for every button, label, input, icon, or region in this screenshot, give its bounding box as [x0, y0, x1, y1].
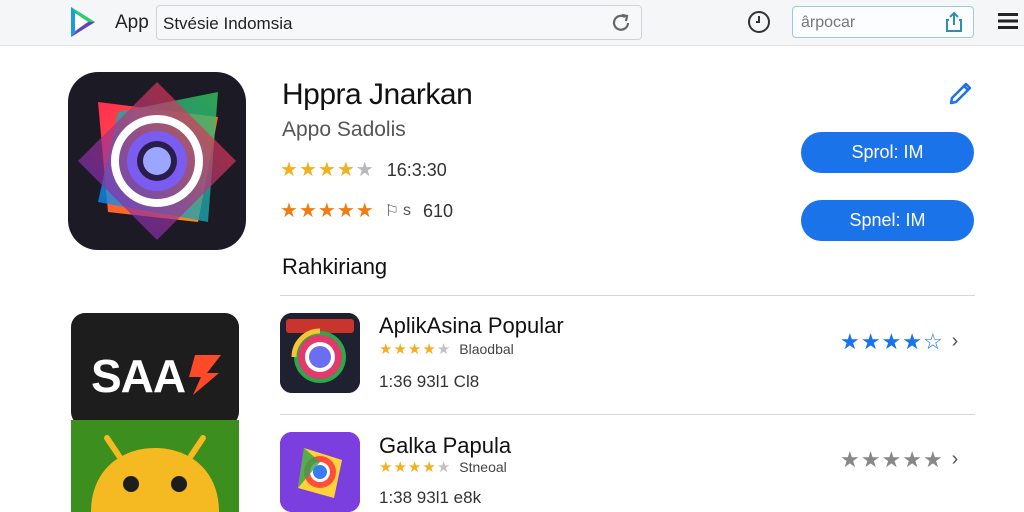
list-item-title[interactable]: Galka Papula [379, 433, 511, 459]
promo-tile-text: SAA [91, 350, 186, 402]
star-rating: ★ ★ ★ ★ ★ [280, 160, 375, 180]
bolt-icon [189, 355, 221, 395]
list-item-rating: ★ ★ ★ ★ ★ Blaodbal [379, 341, 514, 357]
divider [280, 295, 975, 296]
rating-row-secondary: ★ ★ ★ ★ ★ ⚐ s 610 [280, 198, 453, 224]
star-icon: ★ [336, 159, 355, 181]
star-icon: ★ [840, 328, 860, 354]
url-text: Stvésie Indomsia [163, 14, 293, 33]
hero-app-artwork [78, 82, 236, 240]
star-rating: ★ ★ ★ ★ ★ [280, 201, 375, 221]
promo-tile[interactable]: SAA [71, 313, 239, 426]
star-icon: ★ [298, 200, 317, 222]
reload-icon[interactable] [609, 11, 633, 35]
star-icon: ★ [902, 446, 922, 472]
list-item-app-icon[interactable] [280, 432, 360, 512]
search-box[interactable] [792, 6, 974, 38]
list-item-app-icon[interactable] [280, 313, 360, 393]
rating-extra-text: s [403, 202, 412, 219]
address-bar[interactable]: Stvésie Indomsia [156, 5, 642, 40]
star-icon: ★ [407, 458, 422, 476]
star-icon: ★ [336, 200, 355, 222]
list-item-meta: 1:36 93l1 Cl8 [379, 372, 480, 391]
star-icon: ★ [902, 328, 922, 354]
search-input[interactable] [801, 13, 941, 33]
star-icon: ★ [422, 458, 436, 476]
star-icon: ★ [922, 446, 943, 472]
list-item-right-rating[interactable]: ★ ★ ★ ★ ★ › [840, 448, 958, 471]
star-outline-icon: ☆ [922, 328, 943, 354]
top-bar: App Stvésie Indomsia [0, 0, 1024, 46]
app-icon-artwork [280, 313, 360, 393]
star-icon: ★ [379, 340, 393, 358]
star-icon: ★ [840, 446, 860, 472]
list-item-meta: 1:38 93l1 e8k [379, 488, 482, 507]
star-icon: ★ [355, 200, 374, 222]
star-icon: ★ [881, 328, 902, 354]
chevron-right-icon[interactable]: › [952, 330, 959, 353]
divider [280, 414, 975, 415]
star-icon: ★ [422, 340, 436, 358]
menu-icon[interactable] [998, 12, 1018, 30]
star-icon: ★ [280, 159, 298, 181]
star-icon: ★ [881, 446, 902, 472]
star-icon: ★ [407, 340, 422, 358]
star-icon: ★ [317, 200, 336, 222]
list-item-right-rating[interactable]: ★ ★ ★ ★ ☆ › [840, 330, 958, 353]
chevron-right-icon[interactable]: › [952, 448, 959, 471]
secondary-action-button[interactable]: Spnel: IM [801, 200, 974, 241]
star-empty-icon: ★ [355, 159, 374, 181]
star-empty-icon: ★ [436, 458, 451, 476]
share-icon[interactable] [943, 11, 965, 33]
android-promo-tile[interactable] [71, 420, 239, 512]
section-title: Rahkiriang [282, 254, 388, 279]
star-icon: ★ [860, 328, 881, 354]
star-empty-icon: ★ [436, 340, 451, 358]
android-icon [71, 420, 239, 512]
star-icon: ★ [379, 458, 393, 476]
edit-pencil-icon[interactable] [946, 76, 976, 106]
list-item-subtitle: Stneoal [459, 459, 507, 475]
app-developer[interactable]: Appo Sadolis [282, 118, 406, 142]
play-store-logo-icon[interactable] [66, 4, 102, 40]
hero-app-icon[interactable] [68, 72, 246, 250]
rating-row-primary: ★ ★ ★ ★ ★ 16:3:30 [280, 157, 447, 183]
list-item-subtitle: Blaodbal [459, 341, 514, 357]
list-item-rating: ★ ★ ★ ★ ★ Stneoal [379, 459, 507, 475]
download-count: 610 [423, 200, 454, 221]
app-title: Hppra Jnarkan [282, 78, 473, 111]
app-icon-artwork [280, 432, 360, 512]
star-icon: ★ [393, 340, 407, 358]
app-title-prefix: App [115, 12, 149, 33]
star-icon: ★ [280, 200, 298, 222]
rating-count: 16:3:30 [386, 159, 447, 180]
star-icon: ★ [860, 446, 881, 472]
clock-icon[interactable] [747, 10, 771, 34]
list-item-title[interactable]: AplikAsina Popular [379, 313, 564, 339]
primary-action-button[interactable]: Sprol: IM [801, 132, 974, 173]
star-icon: ★ [393, 458, 407, 476]
star-icon: ★ [298, 159, 317, 181]
star-icon: ★ [317, 159, 336, 181]
flag-icon: ⚐ [384, 203, 400, 220]
